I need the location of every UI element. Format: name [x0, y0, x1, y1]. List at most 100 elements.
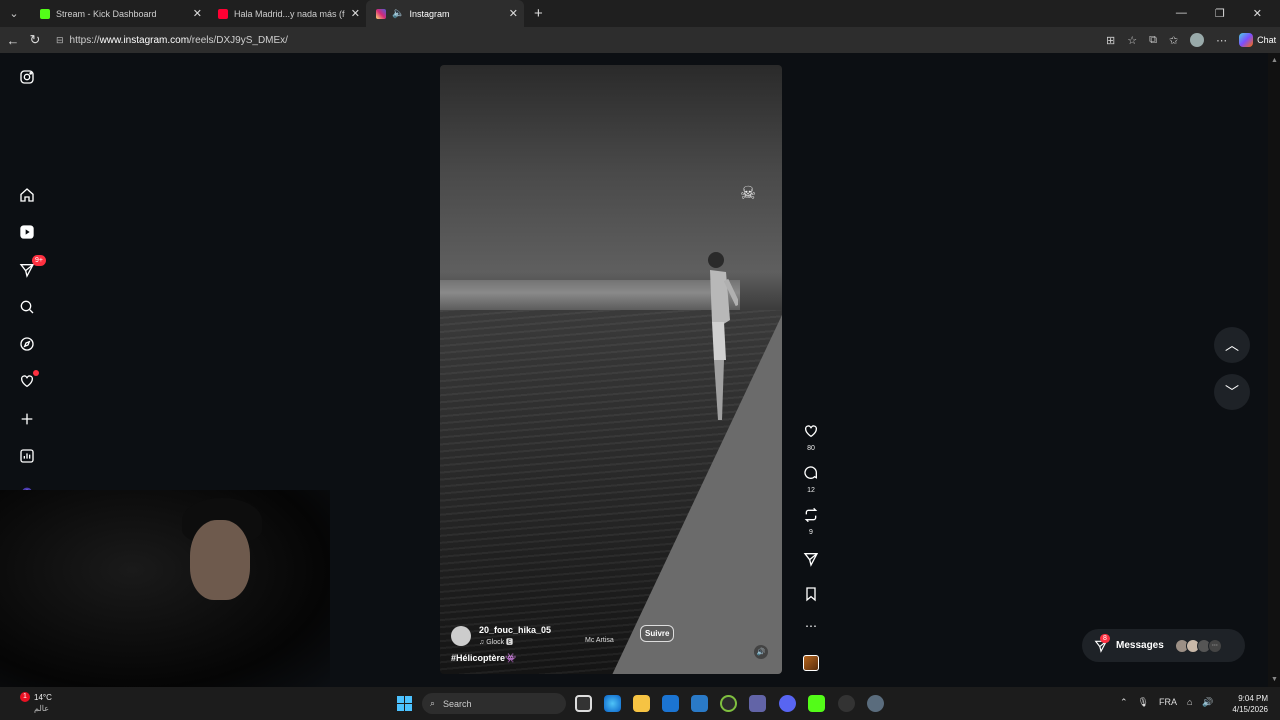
favorite-star-icon[interactable]: ☆	[1127, 34, 1137, 47]
url-field[interactable]: ⊟ https://www.instagram.com/reels/DXJ9yS…	[56, 30, 1086, 50]
close-window-icon[interactable]: ✕	[1253, 7, 1262, 20]
copilot-logo-icon	[1239, 33, 1254, 47]
kick-app-icon[interactable]	[808, 695, 825, 712]
favorites-icon[interactable]: ✩	[1169, 34, 1178, 47]
mute-toggle-icon[interactable]: 🔊	[754, 645, 768, 659]
next-reel-button[interactable]: ﹀	[1214, 374, 1250, 410]
scroll-down-icon[interactable]: ▼	[1271, 676, 1278, 683]
follow-button[interactable]: Suivre	[640, 625, 675, 642]
tab-list-chevron-icon[interactable]: ⌄	[4, 4, 24, 24]
messages-button[interactable]: 8 Messages ⋯	[1082, 629, 1245, 662]
reel-info: 20_fouc_hika_05 ♫ Glock 🅴 Mc Artisa Suiv…	[451, 625, 771, 664]
clock-time: 9:04 PM	[1238, 694, 1268, 703]
create-plus-icon[interactable]	[18, 410, 36, 428]
notifications-heart-icon[interactable]	[18, 370, 39, 390]
task-view-icon[interactable]	[575, 695, 592, 712]
instagram-logo-icon[interactable]	[18, 68, 36, 86]
bookmark-icon	[806, 587, 816, 602]
reel-video[interactable]: ☠ 20_fouc_hika_05 ♫ Glock 🅴 Mc Artisa Su…	[440, 65, 782, 674]
messages-badge: 8	[1100, 634, 1110, 643]
refresh-icon[interactable]: ↻	[24, 32, 46, 48]
teams-icon[interactable]	[749, 695, 766, 712]
tab-close-icon[interactable]: ✕	[509, 7, 518, 20]
webcam-overlay	[0, 490, 330, 690]
direct-messages-icon[interactable]: 9+	[18, 255, 46, 279]
tab-close-icon[interactable]: ✕	[351, 7, 360, 20]
settings-gear-icon[interactable]	[867, 695, 884, 712]
url-prefix: https://	[69, 34, 100, 46]
audio-thumbnail[interactable]	[800, 655, 822, 671]
minimize-icon[interactable]: —	[1176, 7, 1187, 20]
tab-kick-dashboard[interactable]: Stream - Kick Dashboard ✕	[30, 0, 208, 27]
window-controls: — ❐ ✕	[1176, 7, 1280, 20]
discord-icon[interactable]	[779, 695, 796, 712]
xbox-icon[interactable]	[720, 695, 737, 712]
url-path: /reels/DXJ9yS_DMEx/	[189, 34, 288, 46]
weather-badge: 1	[20, 692, 30, 702]
restore-icon[interactable]: ❐	[1215, 7, 1225, 20]
speaker-icon[interactable]: 🔈	[392, 8, 404, 19]
previous-reel-button[interactable]: ︿	[1214, 327, 1250, 363]
new-tab-plus-icon[interactable]: +	[534, 5, 543, 22]
app-available-icon[interactable]: ⊞	[1106, 34, 1115, 47]
file-explorer-icon[interactable]	[633, 695, 650, 712]
more-options-ellipsis-icon[interactable]: ⋯	[800, 619, 822, 633]
windows-start-icon[interactable]	[397, 696, 412, 711]
tab-instagram[interactable]: 🔈 Instagram ✕	[366, 0, 524, 27]
site-info-icon[interactable]: ⊟	[56, 35, 64, 46]
author-username[interactable]: 20_fouc_hika_05	[479, 625, 551, 635]
browser-tab-bar: ⌄ Stream - Kick Dashboard ✕ Hala Madrid.…	[0, 0, 1280, 27]
instagram-favicon-icon	[376, 8, 386, 19]
network-icon[interactable]: ⌂	[1187, 697, 1192, 708]
profile-avatar[interactable]	[1190, 33, 1205, 47]
messages-label: Messages	[1116, 640, 1164, 651]
video-pier	[612, 315, 782, 674]
search-icon: ⌕	[430, 698, 436, 708]
audio-cover-image	[803, 655, 819, 671]
search-icon[interactable]	[18, 298, 36, 316]
kick-favicon-icon	[40, 8, 50, 19]
explore-compass-icon[interactable]	[18, 335, 36, 353]
repost-count: 9	[809, 529, 813, 536]
message-avatars: ⋯	[1174, 638, 1222, 653]
windows-taskbar: 1 14°C عالم ⌕ Search ⌃ 🎙 FRA ⌂ 🔊 9:04 PM…	[0, 687, 1280, 720]
obs-icon[interactable]	[838, 695, 855, 712]
reel-caption: #Hélicoptère👾	[451, 653, 517, 663]
language-indicator[interactable]: FRA	[1159, 697, 1177, 708]
notifications-badge: 9+	[32, 255, 46, 266]
send-paper-plane-icon	[803, 553, 819, 567]
extensions-icon[interactable]: ⧉	[1149, 34, 1157, 47]
clock-date: 4/15/2026	[1232, 705, 1268, 714]
store-icon[interactable]	[691, 695, 708, 712]
reel-music-label[interactable]: ♫ Glock 🅴	[479, 637, 551, 647]
video-shoreline	[440, 280, 740, 312]
repost-button[interactable]: 9	[800, 507, 822, 536]
reels-icon[interactable]	[18, 223, 36, 241]
back-arrow-icon[interactable]: ←	[2, 33, 24, 48]
weather-widget[interactable]: 1 14°C عالم	[20, 692, 52, 714]
chevron-up-icon[interactable]: ⌃	[1120, 697, 1128, 708]
copilot-chat-button[interactable]: Chat	[1239, 33, 1276, 47]
like-button[interactable]: 80	[800, 423, 822, 452]
save-button[interactable]	[800, 586, 822, 607]
more-menu-icon[interactable]: ⋯	[1216, 34, 1227, 47]
tab-youtube[interactable]: Hala Madrid...y nada más (feat. Re ✕	[208, 0, 366, 27]
edge-browser-icon[interactable]	[604, 695, 621, 712]
comment-button[interactable]: 12	[800, 465, 822, 494]
outlook-icon[interactable]	[662, 695, 679, 712]
browser-toolbar: ⊞ ☆ ⧉ ✩ ⋯ Chat	[1106, 33, 1276, 47]
taskbar-clock[interactable]: 9:04 PM 4/15/2026	[1228, 693, 1268, 715]
reel-music-artist[interactable]: Mc Artisa	[585, 637, 614, 644]
microphone-icon[interactable]: 🎙	[1138, 697, 1149, 708]
home-icon[interactable]	[18, 186, 36, 204]
tab-close-icon[interactable]: ✕	[193, 7, 202, 20]
notification-dot	[33, 370, 39, 376]
page-scrollbar[interactable]: ▲ ▼	[1268, 53, 1280, 687]
taskbar-search[interactable]: ⌕ Search	[422, 693, 566, 714]
like-count: 80	[807, 445, 815, 452]
author-avatar[interactable]	[451, 626, 471, 646]
dashboard-chart-icon[interactable]	[18, 447, 36, 465]
scroll-up-icon[interactable]: ▲	[1271, 57, 1278, 64]
share-button[interactable]	[800, 551, 822, 572]
volume-icon[interactable]: 🔊	[1202, 697, 1213, 708]
